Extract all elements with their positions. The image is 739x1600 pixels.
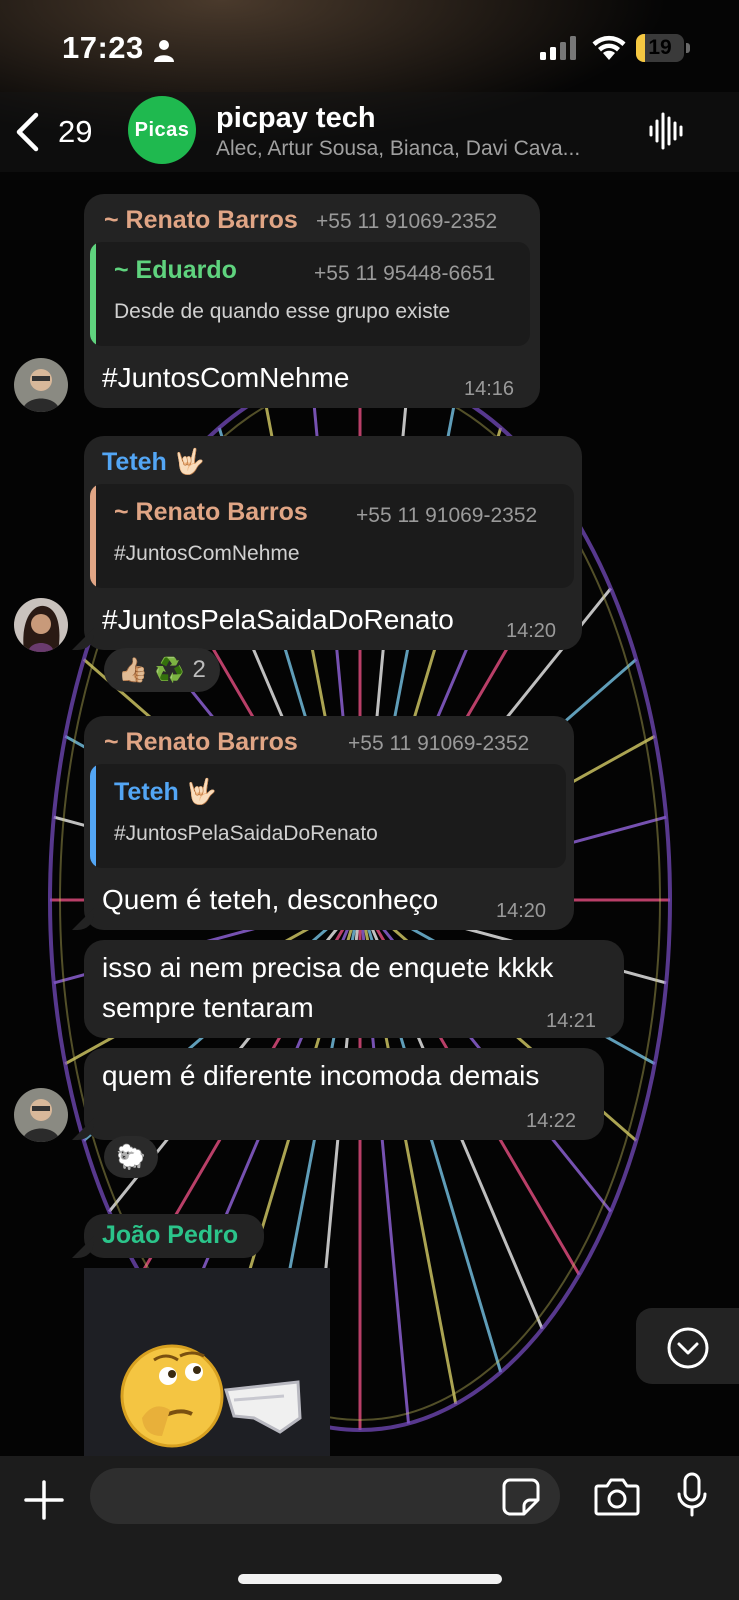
quote-sender: ~ Eduardo bbox=[114, 256, 237, 284]
voice-chat-icon[interactable] bbox=[648, 110, 686, 152]
group-members[interactable]: Alec, Artur Sousa, Bianca, Davi Cava... bbox=[216, 137, 626, 161]
sender-name[interactable]: João Pedro bbox=[102, 1221, 238, 1250]
quote-sender: ~ Renato Barros bbox=[114, 498, 308, 526]
group-avatar[interactable]: Picas bbox=[128, 96, 196, 164]
battery-level: 19 bbox=[648, 36, 672, 59]
quoted-message[interactable]: ~ Renato Barros +55 11 91069-2352 #Junto… bbox=[90, 484, 574, 588]
message-time: 14:21 bbox=[546, 1010, 597, 1032]
reactions[interactable]: 👍🏼 ♻️ 2 bbox=[104, 648, 220, 692]
message-bubble[interactable]: João Pedro bbox=[84, 1214, 264, 1258]
message-time: 14:20 bbox=[506, 620, 557, 642]
plus-icon[interactable] bbox=[22, 1478, 66, 1522]
message-text: Quem é teteh, desconheço bbox=[102, 884, 439, 915]
message-text: #JuntosComNehme bbox=[102, 362, 350, 393]
status-bar: 17:23 19 bbox=[0, 0, 739, 92]
reactions[interactable]: 🐑 bbox=[104, 1136, 158, 1178]
battery-tip bbox=[686, 43, 690, 53]
message-bubble[interactable]: Teteh 🤟🏻 ~ Renato Barros +55 11 91069-23… bbox=[84, 436, 582, 650]
chevron-down-circle-icon bbox=[667, 1327, 709, 1369]
status-time: 17:23 bbox=[62, 30, 144, 65]
avatar-renato[interactable] bbox=[14, 1088, 68, 1142]
sender-name[interactable]: ~ Renato Barros bbox=[104, 206, 298, 235]
thinking-face-sticker-icon bbox=[120, 1344, 302, 1448]
reaction-emojis: 👍🏼 ♻️ bbox=[118, 656, 185, 684]
message-time: 14:16 bbox=[464, 378, 515, 400]
quote-sender: Teteh 🤟🏻 bbox=[114, 778, 217, 806]
quoted-message[interactable]: Teteh 🤟🏻 #JuntosPelaSaidaDoRenato bbox=[90, 764, 566, 868]
message-text-line-1: isso ai nem precisa de enquete kkkk bbox=[102, 952, 554, 983]
reaction-emojis: 🐑 bbox=[116, 1143, 146, 1171]
message-text-line-2: sempre tentaram bbox=[102, 992, 314, 1023]
sticker-message[interactable] bbox=[84, 1268, 330, 1458]
quote-text: #JuntosComNehme bbox=[114, 542, 300, 565]
message-input[interactable] bbox=[90, 1468, 560, 1524]
avatar-renato[interactable] bbox=[14, 358, 68, 412]
message-time: 14:22 bbox=[526, 1110, 577, 1132]
quote-text: #JuntosPelaSaidaDoRenato bbox=[114, 822, 378, 845]
group-title[interactable]: picpay tech bbox=[216, 102, 376, 135]
message-composer bbox=[0, 1456, 739, 1600]
quote-bar bbox=[90, 484, 96, 588]
avatar-teteh[interactable] bbox=[14, 598, 68, 652]
sender-phone: +55 11 91069-2352 bbox=[348, 732, 530, 755]
sender-name[interactable]: ~ Renato Barros bbox=[104, 728, 298, 757]
quote-phone: +55 11 91069-2352 bbox=[356, 504, 538, 527]
unread-count: 29 bbox=[58, 114, 93, 149]
quote-text: Desde de quando esse grupo existe bbox=[114, 300, 451, 323]
sender-name[interactable]: Teteh 🤟🏻 bbox=[102, 448, 205, 477]
message-text: #JuntosPelaSaidaDoRenato bbox=[102, 604, 454, 635]
microphone-icon[interactable] bbox=[676, 1472, 708, 1518]
message-text: quem é diferente incomoda demais bbox=[102, 1060, 540, 1091]
cellular-signal-icon bbox=[540, 36, 576, 60]
message-bubble[interactable]: quem é diferente incomoda demais 14:22 bbox=[84, 1048, 604, 1140]
message-bubble[interactable]: ~ Renato Barros +55 11 91069-2352 ~ Edua… bbox=[84, 194, 540, 408]
quoted-message[interactable]: ~ Eduardo +55 11 95448-6651 Desde de qua… bbox=[90, 242, 530, 346]
message-time: 14:20 bbox=[496, 900, 547, 922]
group-avatar-text: Picas bbox=[134, 118, 190, 141]
scroll-to-bottom-button[interactable] bbox=[636, 1308, 739, 1384]
back-button[interactable]: 29 bbox=[14, 106, 104, 158]
camera-icon[interactable] bbox=[594, 1476, 640, 1516]
quote-phone: +55 11 95448-6651 bbox=[314, 262, 496, 285]
sticker-icon[interactable] bbox=[502, 1478, 540, 1516]
quote-bar bbox=[90, 764, 96, 868]
sender-phone: +55 11 91069-2352 bbox=[316, 210, 498, 233]
chat-header: 29 Picas picpay tech Alec, Artur Sousa, … bbox=[0, 92, 739, 172]
message-bubble[interactable]: ~ Renato Barros +55 11 91069-2352 Teteh … bbox=[84, 716, 574, 930]
message-bubble[interactable]: isso ai nem precisa de enquete kkkk semp… bbox=[84, 940, 624, 1038]
chevron-left-icon bbox=[16, 112, 39, 152]
person-icon bbox=[154, 40, 174, 62]
quote-bar bbox=[90, 242, 96, 346]
wifi-icon bbox=[592, 35, 626, 60]
battery-indicator: 19 bbox=[636, 34, 690, 62]
reaction-count: 2 bbox=[192, 656, 206, 683]
battery-body: 19 bbox=[636, 34, 684, 62]
home-indicator bbox=[238, 1574, 502, 1584]
